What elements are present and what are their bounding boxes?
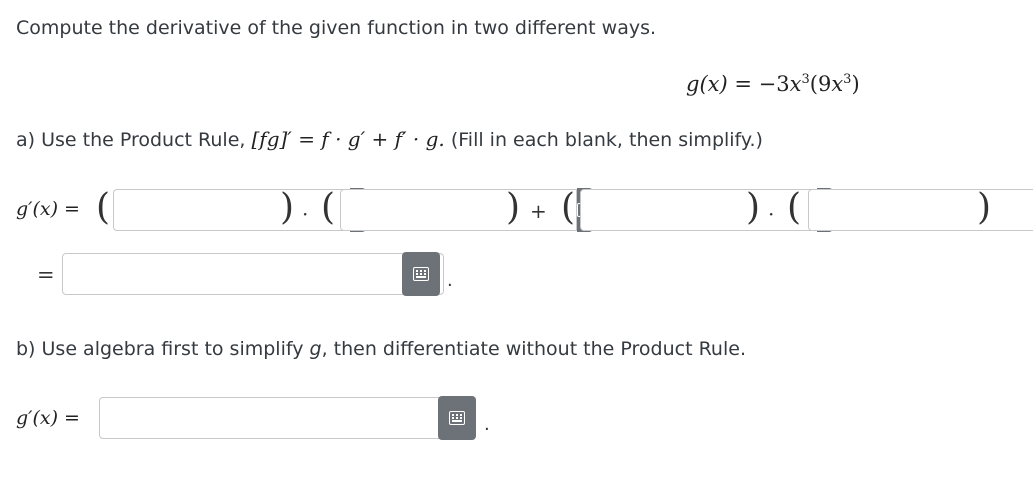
part-a-tail: (Fill in each blank, then simplify.) (450, 129, 763, 151)
paren-close-3: ) (746, 187, 761, 228)
answer-box-a3 (580, 188, 833, 232)
function-var1: x (789, 72, 802, 96)
equals-sign-a: = (37, 263, 55, 287)
answer-box-a-simplified (62, 252, 444, 296)
part-a-heading: a) Use the Product Rule, [fg]′ = f · g′ … (16, 127, 763, 151)
paren-open-4: ( (787, 187, 802, 228)
paren-open-1: ( (96, 187, 111, 228)
period-a: . (447, 270, 453, 291)
keypad-icon (449, 411, 465, 425)
answer-box-a4 (808, 188, 1033, 232)
answer-input-a3[interactable] (580, 189, 817, 231)
part-b-var: g (309, 338, 322, 360)
part-a-lead: a) Use the Product Rule, (16, 129, 246, 151)
function-display: g(x) = −3x3(9x3) (686, 72, 860, 96)
instruction-text: Compute the derivative of the given func… (16, 17, 657, 39)
period-b: . (484, 414, 490, 435)
paren-close-2: ) (506, 187, 521, 228)
answer-box-a2 (340, 188, 593, 232)
keypad-button-b[interactable] (438, 396, 476, 440)
product-rule-formula: [fg]′ = f · g′ + f′ · g. (251, 127, 445, 151)
part-b-prefix: b) Use algebra first to simplify (16, 338, 304, 360)
paren-close-4: ) (977, 187, 992, 228)
cdot-2: · (768, 202, 775, 226)
part-a-gprime-label: g′(x) = (16, 198, 80, 220)
function-equals: = (734, 72, 752, 96)
part-b-heading: b) Use algebra first to simplify g, then… (16, 338, 746, 360)
function-var2: x (831, 72, 844, 96)
paren-open-3: ( (561, 187, 576, 228)
paren-open-2: ( (321, 187, 336, 228)
answer-input-a-simplified[interactable] (62, 253, 444, 295)
function-exp1: 3 (801, 72, 810, 87)
answer-input-b[interactable] (99, 397, 444, 439)
part-b-suffix: , then differentiate without the Product… (321, 338, 746, 360)
function-coefficient: −3 (758, 72, 790, 96)
function-lhs: g(x) (686, 72, 728, 96)
part-b-gprime-label: g′(x) = (16, 407, 80, 429)
function-inner-open: (9 (809, 72, 832, 96)
cdot-1: · (302, 202, 309, 226)
answer-box-a1 (113, 188, 366, 232)
answer-input-a4[interactable] (808, 189, 1033, 231)
answer-box-b (99, 396, 444, 440)
function-inner-close: ) (851, 72, 860, 96)
paren-close-1: ) (280, 187, 295, 228)
plus-sign: + (530, 199, 547, 223)
keypad-button-a-simplified[interactable] (402, 252, 440, 296)
keypad-icon (413, 267, 429, 281)
answer-input-a1[interactable] (113, 189, 350, 231)
